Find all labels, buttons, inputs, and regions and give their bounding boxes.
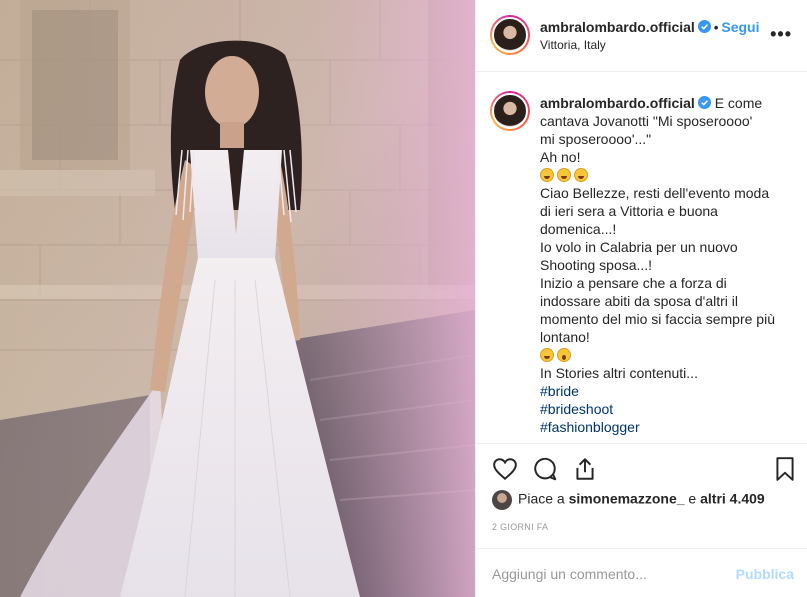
- publish-button[interactable]: Pubblica: [736, 566, 794, 582]
- verified-badge-icon: [697, 20, 711, 33]
- liker-avatar[interactable]: [492, 490, 512, 510]
- comment-form: Pubblica: [476, 548, 807, 597]
- caption-line: mi sposeroooo'...": [540, 131, 652, 147]
- hashtag-link[interactable]: #bride: [540, 382, 780, 400]
- grinning-squint-face-icon: [540, 348, 554, 362]
- share-icon[interactable]: [572, 456, 598, 482]
- more-options-icon[interactable]: •••: [770, 24, 792, 45]
- caption-text: ambralombardo.official E come cantava Jo…: [540, 94, 780, 436]
- caption-line: Ciao Bellezze, resti dell'evento moda di…: [540, 185, 770, 237]
- author-username[interactable]: ambralombardo.official: [540, 19, 695, 35]
- astonished-face-icon: [557, 348, 571, 362]
- post-header: ambralombardo.official • Segui Vittoria, I…: [476, 0, 807, 72]
- verified-badge-icon: [697, 96, 711, 109]
- post-side-panel: ambralombardo.official • Segui Vittoria, I…: [475, 0, 807, 597]
- author-avatar[interactable]: [490, 15, 530, 55]
- hashtag-link[interactable]: #brideshoot: [540, 400, 780, 418]
- caption-username[interactable]: ambralombardo.official: [540, 95, 695, 111]
- bookmark-icon[interactable]: [772, 456, 798, 482]
- follow-button[interactable]: Segui: [721, 19, 759, 35]
- likes-summary: Piace a simonemazzone_ e altri 4.409: [492, 490, 765, 512]
- caption-line: Inizio a pensare che a forza di indossar…: [540, 275, 775, 345]
- post-location[interactable]: Vittoria, Italy: [540, 38, 606, 52]
- action-bar: [476, 452, 807, 488]
- caption-line: In Stories altri contenuti...: [540, 365, 698, 381]
- comment-input[interactable]: [492, 563, 732, 585]
- post-photo[interactable]: [0, 0, 475, 597]
- hashtag-link[interactable]: #fashionblogger: [540, 418, 780, 436]
- profile-photo-icon: [492, 17, 528, 53]
- caption-emoji-row: [540, 346, 780, 364]
- grinning-squint-face-icon: [557, 168, 571, 182]
- caption-section: ambralombardo.official E come cantava Jo…: [476, 72, 807, 444]
- likes-others-link[interactable]: altri 4.409: [700, 491, 765, 507]
- caption-emoji-row: [540, 166, 780, 184]
- follow-separator: •: [713, 20, 719, 35]
- caption-line: Ah no!: [540, 149, 581, 165]
- likes-prefix: Piace a: [518, 490, 565, 507]
- profile-photo-icon: [492, 93, 528, 129]
- caption-author-avatar[interactable]: [490, 91, 530, 131]
- heart-icon[interactable]: [492, 456, 518, 482]
- comment-icon[interactable]: [532, 456, 558, 482]
- bride-photo-illustration: [0, 0, 475, 597]
- instagram-post: ambralombardo.official • Segui Vittoria, I…: [0, 0, 807, 597]
- post-timestamp[interactable]: 2 giorni fa: [492, 522, 548, 532]
- liker-username[interactable]: simonemazzone_: [569, 491, 685, 507]
- caption-line: Io volo in Calabria per un nuovo Shootin…: [540, 239, 738, 273]
- author-line: ambralombardo.official • Segui: [540, 19, 760, 35]
- likes-middle: e: [688, 490, 697, 507]
- grinning-squint-face-icon: [574, 168, 588, 182]
- grinning-squint-face-icon: [540, 168, 554, 182]
